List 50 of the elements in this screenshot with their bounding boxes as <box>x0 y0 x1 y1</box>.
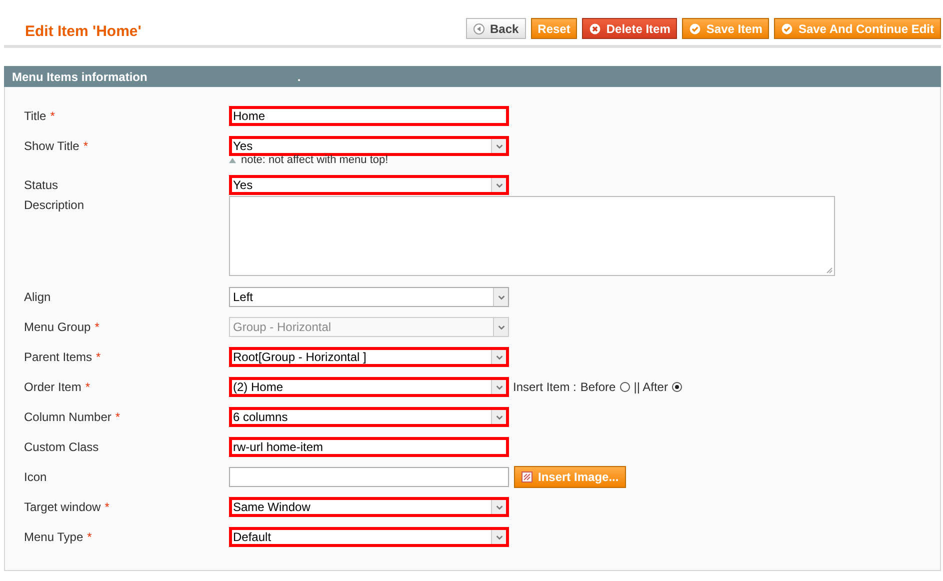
field-label: Show Title * <box>24 139 90 153</box>
select-field[interactable]: Root[Group - Horizontal ] <box>229 347 509 367</box>
required-mark: * <box>115 410 120 424</box>
radio-button[interactable] <box>620 382 630 392</box>
required-mark: * <box>85 380 90 394</box>
required-mark: * <box>94 320 100 334</box>
field-label: Icon <box>24 470 48 484</box>
field-label: Menu Type * <box>24 530 93 544</box>
field-label: Description <box>24 197 86 212</box>
field-label: Title * <box>24 109 56 123</box>
section-title: Menu Items information <box>12 70 148 84</box>
select-field[interactable]: Default <box>229 527 509 547</box>
insert-label: Insert Item : <box>513 380 576 394</box>
field-note: note: not affect with menu top! <box>241 154 388 166</box>
resize-grip-icon <box>825 266 833 274</box>
section-mark: . <box>297 70 301 84</box>
text-field[interactable]: rw-url home-item <box>229 437 509 457</box>
select-field[interactable]: Same Window <box>229 497 509 517</box>
field-label: Custom Class <box>24 440 100 454</box>
required-mark: * <box>96 350 101 364</box>
close-icon <box>589 22 602 34</box>
required-mark: * <box>104 500 110 514</box>
back-icon <box>472 22 485 34</box>
description-field[interactable] <box>229 196 835 276</box>
field-label: Order Item * <box>24 380 92 394</box>
select-field[interactable]: Left <box>229 287 509 307</box>
text-field[interactable] <box>229 467 509 487</box>
field-label: Parent Items * <box>24 350 102 364</box>
required-mark: * <box>50 109 55 123</box>
field-label: Align <box>24 290 52 304</box>
select-field[interactable]: Yes <box>229 175 509 195</box>
select-field[interactable]: Yes <box>229 136 509 156</box>
image-icon <box>521 471 533 483</box>
field-label: Status <box>24 178 60 192</box>
action-button[interactable]: Back <box>466 18 526 39</box>
select-field[interactable]: (2) Home <box>229 377 509 397</box>
field-label: Target window * <box>24 500 110 514</box>
field-label: Menu Group * <box>24 320 100 334</box>
text-field[interactable]: Home <box>229 106 509 126</box>
check-icon <box>781 22 794 34</box>
select-field[interactable]: 6 columns <box>229 407 509 427</box>
required-mark: * <box>83 139 88 153</box>
field-label: Column Number * <box>24 410 122 424</box>
radio-label: || After <box>634 380 668 394</box>
required-mark: * <box>87 530 92 544</box>
radio-button[interactable] <box>672 382 682 392</box>
check-icon <box>689 22 702 34</box>
action-button[interactable]: Delete Item <box>582 18 678 39</box>
page-title: Edit Item 'Home' <box>25 22 142 40</box>
radio-label: Before <box>580 380 616 394</box>
